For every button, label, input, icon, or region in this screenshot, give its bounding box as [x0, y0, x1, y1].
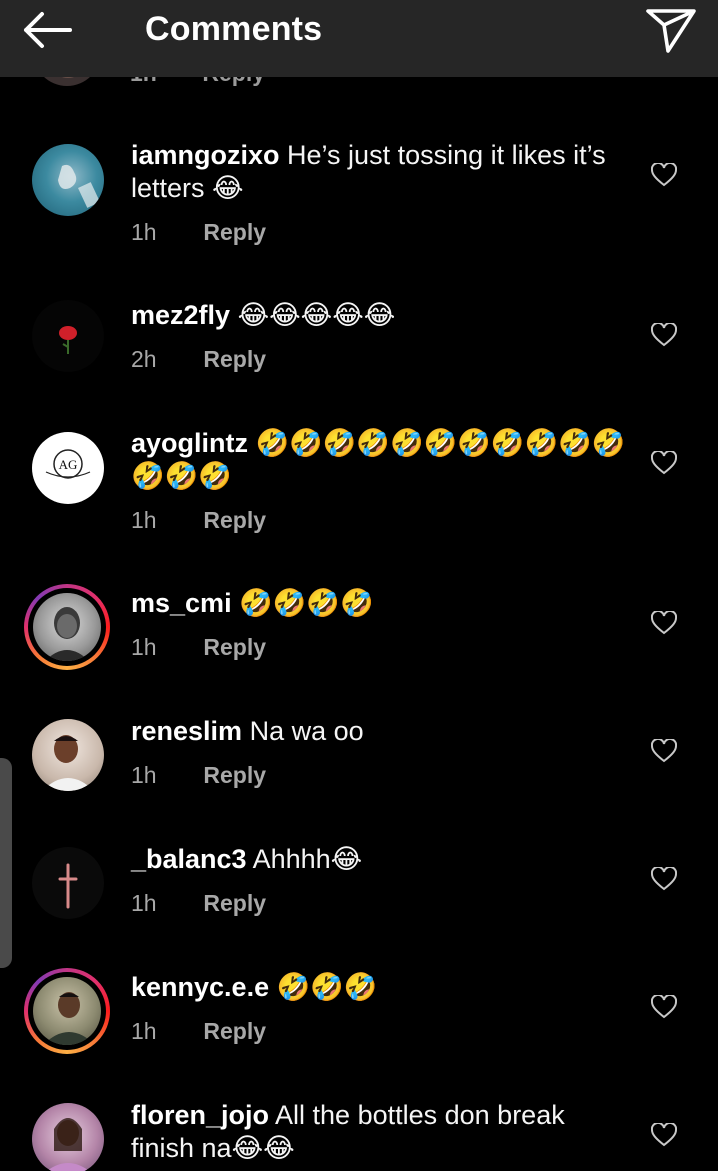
comment-text: floren_jojo All the bottles don break fi… [131, 1099, 631, 1165]
comment-username[interactable]: floren_jojo [131, 1100, 269, 1130]
heart-icon[interactable] [651, 1123, 677, 1147]
reply-button[interactable]: Reply [203, 219, 266, 245]
paper-plane-icon[interactable] [644, 3, 698, 57]
comment-time: 1h [131, 1018, 157, 1044]
heart-icon[interactable] [651, 739, 677, 763]
comment-meta: 1h Reply [131, 1018, 266, 1045]
avatar[interactable]: AG [24, 424, 110, 510]
comment-username[interactable]: mez2fly [131, 300, 230, 330]
comment-text: iamngozixo He’s just tossing it likes it… [131, 139, 631, 205]
avatar-logo-text: AG [59, 457, 78, 472]
comment-meta: 1h Reply [131, 219, 266, 246]
avatar[interactable] [24, 584, 110, 670]
reply-button[interactable]: Reply [203, 762, 266, 788]
comment-text: _balanc3 Ahhhh😂 [131, 843, 631, 876]
comment-time: 1h [131, 507, 157, 533]
avatar[interactable] [24, 1095, 110, 1171]
heart-icon[interactable] [651, 611, 677, 635]
comment-body: 🤣🤣🤣🤣 [239, 588, 374, 618]
comment-meta: 1h Reply [131, 762, 266, 789]
header-bar: Comments [0, 0, 718, 77]
comments-screen: Comments 1h Reply iamngozixo He’s just t… [0, 0, 718, 1171]
comment-body: Na wa oo [249, 716, 364, 746]
avatar[interactable] [24, 711, 110, 797]
comment-meta: 1h Reply [131, 507, 266, 534]
comment-username[interactable]: kennyc.e.e [131, 972, 269, 1002]
comment-username[interactable]: ayoglintz [131, 428, 248, 458]
comment-meta: 1h Reply [131, 890, 266, 917]
heart-icon[interactable] [651, 867, 677, 891]
comment-body: 🤣🤣🤣 [276, 972, 378, 1002]
comment-time: 1h [131, 634, 157, 660]
reply-button[interactable]: Reply [203, 507, 266, 533]
comment-time: 1h [131, 890, 157, 916]
avatar[interactable] [24, 968, 110, 1054]
comment-text: reneslim Na wa oo [131, 715, 631, 748]
avatar[interactable] [24, 136, 110, 222]
comment-time: 2h [131, 346, 157, 372]
heart-icon[interactable] [651, 163, 677, 187]
arrow-left-icon[interactable] [20, 8, 74, 52]
comment-username[interactable]: reneslim [131, 716, 242, 746]
comment-time: 1h [131, 219, 157, 245]
heart-icon[interactable] [651, 995, 677, 1019]
heart-icon[interactable] [651, 451, 677, 475]
comment-text: mez2fly 😂😂😂😂😂 [131, 299, 631, 332]
comment-username[interactable]: iamngozixo [131, 140, 280, 170]
comment-text: ayoglintz 🤣🤣🤣🤣🤣🤣🤣🤣🤣🤣🤣🤣🤣🤣 [131, 427, 631, 493]
reply-button[interactable]: Reply [203, 1018, 266, 1044]
avatar[interactable] [24, 839, 110, 925]
page-title: Comments [145, 10, 323, 48]
comment-time: 1h [131, 762, 157, 788]
reply-button[interactable]: Reply [203, 634, 266, 660]
comment-text: kennyc.e.e 🤣🤣🤣 [131, 971, 631, 1004]
comment-username[interactable]: _balanc3 [131, 844, 247, 874]
comment-body: 😂😂😂😂😂 [237, 300, 396, 330]
reply-button[interactable]: Reply [203, 346, 266, 372]
comment-meta: 1h Reply [131, 634, 266, 661]
comment-text: ms_cmi 🤣🤣🤣🤣 [131, 587, 631, 620]
scroll-handle[interactable] [0, 758, 12, 968]
comment-username[interactable]: ms_cmi [131, 588, 232, 618]
comment-meta: 2h Reply [131, 346, 266, 373]
reply-button[interactable]: Reply [203, 890, 266, 916]
heart-icon[interactable] [651, 323, 677, 347]
avatar[interactable] [24, 292, 110, 378]
comment-body: Ahhhh😂 [252, 844, 363, 874]
